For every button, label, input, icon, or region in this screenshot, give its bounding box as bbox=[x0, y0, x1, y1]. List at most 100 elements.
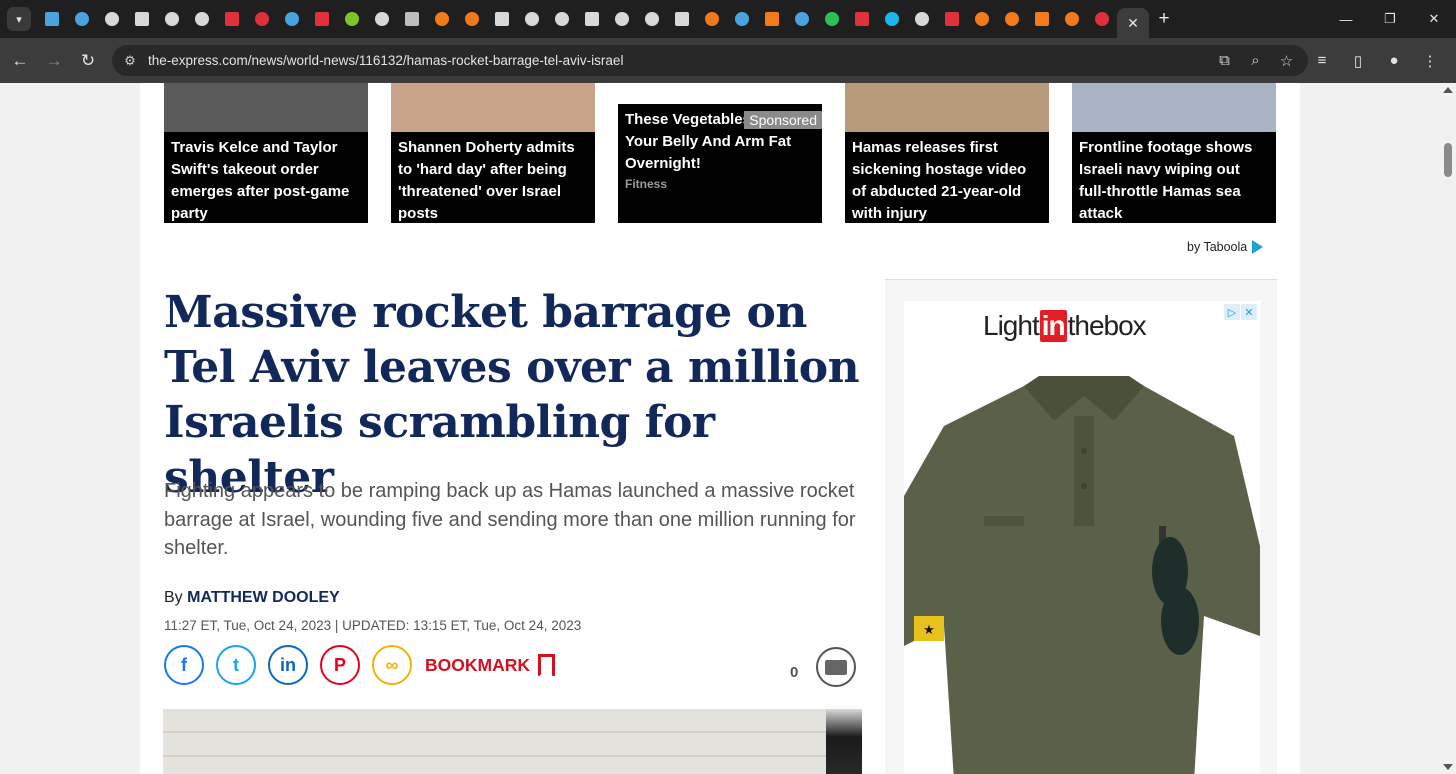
reload-button[interactable]: ↻ bbox=[71, 44, 105, 78]
new-tab-button[interactable]: + bbox=[1149, 0, 1179, 38]
browser-tab[interactable] bbox=[967, 0, 997, 38]
recommendation-card[interactable]: Sponsored These Vegetables Will Kill Your… bbox=[618, 83, 822, 223]
window-close-icon[interactable]: ✕ bbox=[1412, 0, 1456, 38]
browser-tab[interactable] bbox=[607, 0, 637, 38]
browser-tab[interactable] bbox=[457, 0, 487, 38]
tab-favicon-icon bbox=[675, 12, 689, 26]
browser-tab[interactable] bbox=[877, 0, 907, 38]
browser-tab[interactable] bbox=[217, 0, 247, 38]
twitter-icon[interactable]: t bbox=[216, 645, 256, 685]
copy-link-icon[interactable]: ∞ bbox=[372, 645, 412, 685]
browser-tab[interactable] bbox=[697, 0, 727, 38]
recommendation-title[interactable]: Travis Kelce and Taylor Swift's takeout … bbox=[164, 132, 368, 225]
recommendation-thumbnail[interactable] bbox=[164, 83, 368, 132]
browser-tab[interactable] bbox=[37, 0, 67, 38]
url-text[interactable]: the-express.com/news/world-news/116132/h… bbox=[148, 53, 623, 68]
kebab-menu-icon[interactable]: ⋮ bbox=[1412, 52, 1448, 70]
active-tab[interactable]: ✕ bbox=[1117, 8, 1149, 38]
browser-tab[interactable] bbox=[817, 0, 847, 38]
recommendation-thumbnail[interactable] bbox=[1072, 83, 1276, 132]
zoom-icon[interactable]: ⌕ bbox=[1240, 52, 1271, 69]
browser-tab[interactable] bbox=[637, 0, 667, 38]
advert[interactable]: Light in thebox ▷ ✕ ★ bbox=[904, 301, 1260, 774]
browser-tab[interactable] bbox=[727, 0, 757, 38]
browser-tab[interactable] bbox=[187, 0, 217, 38]
bookmark-button[interactable]: BOOKMARK bbox=[425, 654, 555, 677]
bookmark-label: BOOKMARK bbox=[425, 654, 530, 675]
recommendation-title[interactable]: Shannen Doherty admits to 'hard day' aft… bbox=[391, 132, 595, 225]
browser-tab[interactable] bbox=[367, 0, 397, 38]
linkedin-icon[interactable]: in bbox=[268, 645, 308, 685]
recommendation-thumbnail[interactable] bbox=[391, 83, 595, 132]
scroll-up-icon[interactable] bbox=[1443, 87, 1453, 93]
browser-tab[interactable] bbox=[247, 0, 277, 38]
install-app-icon[interactable]: ⧉ bbox=[1209, 52, 1240, 69]
recommendation-card[interactable]: Hamas releases first sickening hostage v… bbox=[845, 83, 1049, 223]
browser-tab[interactable] bbox=[397, 0, 427, 38]
browser-tab[interactable] bbox=[1087, 0, 1117, 38]
article-dateline: 11:27 ET, Tue, Oct 24, 2023 | UPDATED: 1… bbox=[164, 618, 582, 633]
browser-tab[interactable] bbox=[157, 0, 187, 38]
recommendation-thumbnail[interactable] bbox=[845, 83, 1049, 132]
tab-favicon-icon bbox=[945, 12, 959, 26]
byline: By MATTHEW DOOLEY bbox=[164, 589, 340, 607]
browser-tab[interactable] bbox=[847, 0, 877, 38]
plus-icon: + bbox=[1158, 8, 1170, 29]
recommendation-thumbnail[interactable] bbox=[618, 83, 822, 104]
taboola-attribution[interactable]: by Taboola bbox=[1187, 240, 1264, 254]
tab-search-button[interactable]: ▾ bbox=[7, 7, 31, 31]
recommendation-title[interactable]: Frontline footage shows Israeli navy wip… bbox=[1072, 132, 1276, 225]
close-icon[interactable]: ✕ bbox=[1127, 15, 1139, 32]
tab-favicon-icon bbox=[525, 12, 539, 26]
adchoices-icon[interactable]: ▷ bbox=[1224, 304, 1240, 320]
recommendation-brand: Fitness bbox=[625, 177, 668, 191]
forward-button[interactable]: → bbox=[37, 44, 71, 78]
browser-tab[interactable] bbox=[577, 0, 607, 38]
recommendation-card[interactable]: Frontline footage shows Israeli navy wip… bbox=[1072, 83, 1276, 223]
ad-close-icon[interactable]: ✕ bbox=[1241, 304, 1257, 320]
tab-favicon-icon bbox=[1095, 12, 1109, 26]
tab-favicon-icon bbox=[285, 12, 299, 26]
pinterest-icon[interactable]: P bbox=[320, 645, 360, 685]
recommendation-card[interactable]: Travis Kelce and Taylor Swift's takeout … bbox=[164, 83, 368, 223]
restore-icon[interactable]: ❐ bbox=[1368, 0, 1412, 38]
browser-tab[interactable] bbox=[127, 0, 157, 38]
tab-favicon-icon bbox=[855, 12, 869, 26]
page-scrollbar[interactable] bbox=[1440, 83, 1456, 774]
browser-tab[interactable] bbox=[757, 0, 787, 38]
scroll-down-icon[interactable] bbox=[1443, 764, 1453, 770]
back-button[interactable]: ← bbox=[3, 44, 37, 78]
recommendation-card[interactable]: Shannen Doherty admits to 'hard day' aft… bbox=[391, 83, 595, 223]
minimize-icon[interactable]: — bbox=[1324, 0, 1368, 38]
side-panel-icon[interactable]: ▯ bbox=[1340, 52, 1376, 70]
browser-tab[interactable] bbox=[97, 0, 127, 38]
browser-tab[interactable] bbox=[487, 0, 517, 38]
browser-tab[interactable] bbox=[937, 0, 967, 38]
scrollbar-thumb[interactable] bbox=[1444, 143, 1452, 177]
browser-tab[interactable] bbox=[427, 0, 457, 38]
browser-tab[interactable] bbox=[547, 0, 577, 38]
browser-tab[interactable] bbox=[997, 0, 1027, 38]
recommendation-title[interactable]: Hamas releases first sickening hostage v… bbox=[845, 132, 1049, 225]
author-link[interactable]: MATTHEW DOOLEY bbox=[187, 589, 340, 606]
browser-tab[interactable] bbox=[307, 0, 337, 38]
browser-tab[interactable] bbox=[1027, 0, 1057, 38]
adchoices[interactable]: ▷ ✕ bbox=[1224, 304, 1257, 320]
browser-tab[interactable] bbox=[667, 0, 697, 38]
star-icon[interactable]: ☆ bbox=[1271, 52, 1302, 70]
comments-widget[interactable]: 0 bbox=[790, 647, 857, 687]
browser-tab[interactable] bbox=[517, 0, 547, 38]
profile-icon[interactable]: ● bbox=[1376, 52, 1412, 69]
address-bar[interactable]: ⚙ the-express.com/news/world-news/116132… bbox=[112, 45, 1308, 76]
browser-tab[interactable] bbox=[1057, 0, 1087, 38]
browser-tab[interactable] bbox=[337, 0, 367, 38]
tune-icon[interactable]: ⚙ bbox=[112, 53, 148, 69]
browser-tab[interactable] bbox=[277, 0, 307, 38]
reading-list-icon[interactable]: ≡ bbox=[1304, 52, 1340, 69]
browser-tab[interactable] bbox=[907, 0, 937, 38]
tab-favicon-icon bbox=[435, 12, 449, 26]
comment-bubble-icon[interactable] bbox=[816, 647, 857, 687]
browser-tab[interactable] bbox=[67, 0, 97, 38]
browser-tab[interactable] bbox=[787, 0, 817, 38]
facebook-icon[interactable]: f bbox=[164, 645, 204, 685]
